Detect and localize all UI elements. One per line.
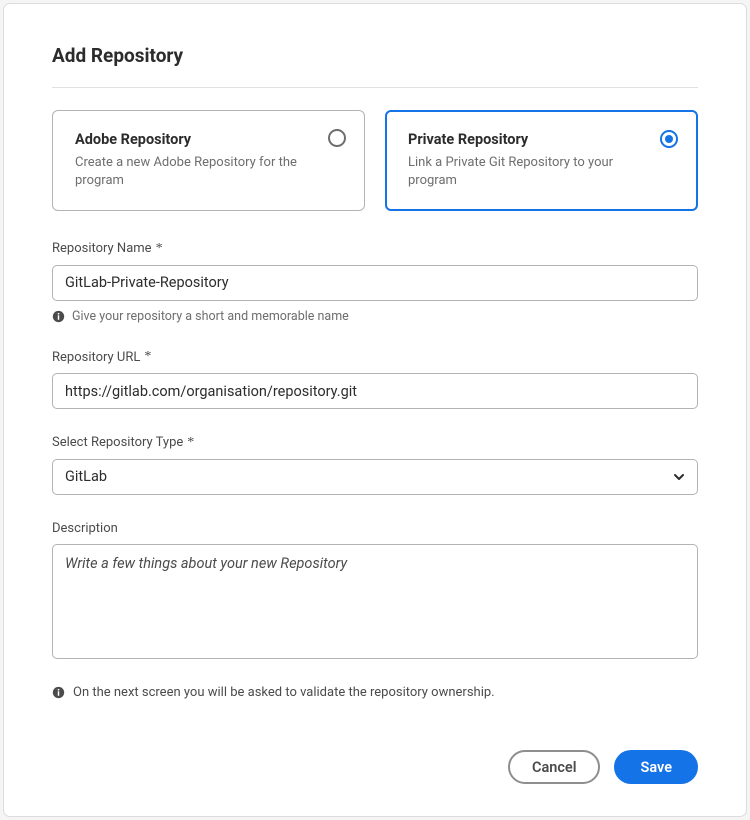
field-description: Description bbox=[52, 517, 698, 663]
card-title: Private Repository bbox=[408, 131, 649, 148]
field-repo-name: Repository Name * Give your repository a… bbox=[52, 237, 698, 324]
card-private-repository[interactable]: Private Repository Link a Private Git Re… bbox=[385, 110, 698, 211]
card-adobe-repository[interactable]: Adobe Repository Create a new Adobe Repo… bbox=[52, 110, 365, 211]
label-repo-type: Select Repository Type * bbox=[52, 435, 194, 451]
required-asterisk: * bbox=[144, 349, 151, 365]
info-icon bbox=[52, 310, 65, 323]
divider bbox=[52, 87, 698, 88]
repo-type-cards: Adobe Repository Create a new Adobe Repo… bbox=[52, 110, 698, 211]
radio-checked-icon bbox=[660, 130, 678, 148]
card-title: Adobe Repository bbox=[75, 131, 316, 148]
repo-type-select[interactable]: GitLab bbox=[52, 459, 698, 495]
card-desc: Create a new Adobe Repository for the pr… bbox=[75, 154, 316, 190]
dialog-title: Add Repository bbox=[52, 44, 698, 67]
required-asterisk: * bbox=[187, 435, 194, 451]
label-repo-name: Repository Name * bbox=[52, 241, 163, 257]
description-textarea[interactable] bbox=[52, 544, 698, 659]
ownership-note: On the next screen you will be asked to … bbox=[52, 685, 698, 700]
field-repo-type: Select Repository Type * GitLab bbox=[52, 431, 698, 495]
add-repository-dialog: Add Repository Adobe Repository Create a… bbox=[4, 4, 746, 816]
card-desc: Link a Private Git Repository to your pr… bbox=[408, 154, 649, 190]
required-asterisk: * bbox=[156, 241, 163, 257]
label-repo-url: Repository URL * bbox=[52, 349, 151, 365]
cancel-button[interactable]: Cancel bbox=[508, 750, 601, 784]
dialog-buttons: Cancel Save bbox=[508, 750, 698, 784]
label-description: Description bbox=[52, 521, 118, 536]
save-button[interactable]: Save bbox=[614, 750, 698, 784]
repo-url-input[interactable] bbox=[52, 373, 698, 409]
repo-name-input[interactable] bbox=[52, 265, 698, 301]
radio-unchecked-icon bbox=[328, 129, 346, 147]
info-icon bbox=[52, 686, 65, 699]
helper-repo-name: Give your repository a short and memorab… bbox=[52, 309, 698, 324]
field-repo-url: Repository URL * bbox=[52, 346, 698, 410]
